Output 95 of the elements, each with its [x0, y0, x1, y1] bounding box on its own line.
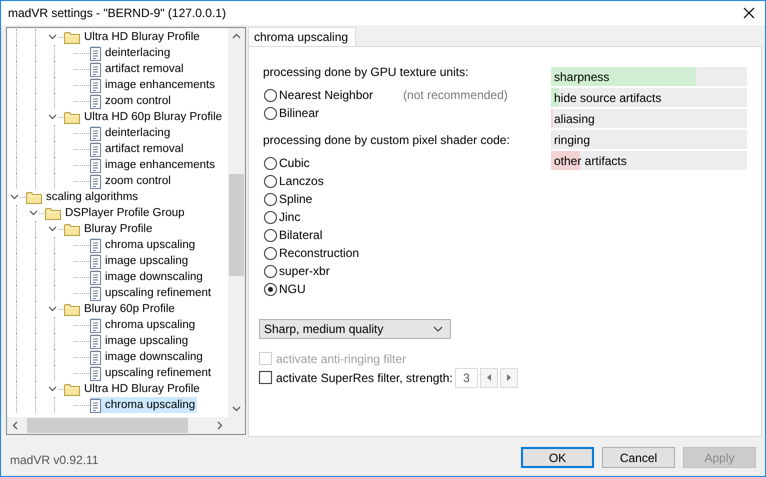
- radio-option[interactable]: Jinc: [259, 210, 300, 224]
- folder-icon: [26, 190, 42, 204]
- page-icon: [90, 78, 101, 92]
- tree-item[interactable]: deinterlacing: [90, 45, 172, 61]
- decrement-button[interactable]: [480, 368, 498, 388]
- page-icon: [90, 398, 101, 412]
- radio-option[interactable]: Cubic: [259, 156, 310, 170]
- radio-option[interactable]: Spline: [259, 192, 312, 206]
- folder-icon: [64, 110, 80, 124]
- radio-option[interactable]: Lanczos: [259, 174, 324, 188]
- tree-item[interactable]: image enhancements: [90, 77, 217, 93]
- increment-button[interactable]: [500, 368, 518, 388]
- tree-item[interactable]: upscaling refinement: [90, 365, 214, 381]
- section-heading: processing done by custom pixel shader code:: [263, 133, 511, 149]
- tree-item[interactable]: image downscaling: [90, 269, 205, 285]
- folder-icon: [64, 222, 80, 236]
- page-icon: [90, 174, 101, 188]
- page-icon: [90, 366, 101, 380]
- version-label: madVR v0.92.11: [10, 453, 98, 467]
- tree-item[interactable]: zoom control: [90, 93, 173, 109]
- scroll-up-icon[interactable]: [232, 33, 241, 39]
- tree-item[interactable]: chroma upscaling: [90, 397, 198, 413]
- left-arrow-icon: [487, 374, 491, 381]
- tree-item[interactable]: chroma upscaling: [90, 317, 198, 333]
- tree-item[interactable]: Bluray 60p Profile: [64, 301, 177, 317]
- scroll-right-icon[interactable]: [217, 421, 223, 430]
- collapse-icon[interactable]: [48, 385, 57, 393]
- tree-item[interactable]: chroma upscaling: [90, 237, 198, 253]
- tree-item[interactable]: Ultra HD Bluray Profile: [64, 29, 202, 45]
- collapse-icon[interactable]: [48, 113, 57, 121]
- dialog-button[interactable]: Cancel: [602, 447, 675, 468]
- scroll-thumb[interactable]: [27, 418, 188, 433]
- meter-label: sharpness: [553, 70, 610, 84]
- radio-option[interactable]: NGU: [259, 282, 306, 296]
- page-icon: [90, 238, 101, 252]
- collapse-icon[interactable]: [48, 33, 57, 41]
- collapse-icon[interactable]: [10, 193, 19, 201]
- page-icon: [90, 286, 101, 300]
- tree-item[interactable]: Bluray Profile: [64, 221, 154, 237]
- page-icon: [90, 318, 101, 332]
- page-icon: [90, 46, 101, 60]
- scroll-down-icon[interactable]: [232, 406, 241, 412]
- section-heading: processing done by GPU texture units:: [263, 65, 470, 81]
- meter-label: aliasing: [553, 112, 595, 126]
- tree-item[interactable]: upscaling refinement: [90, 285, 214, 301]
- right-arrow-icon: [507, 374, 511, 381]
- chevron-down-icon: [433, 326, 443, 332]
- page-icon: [90, 126, 101, 140]
- vertical-scrollbar[interactable]: [228, 28, 245, 417]
- tree-item[interactable]: DSPlayer Profile Group: [45, 205, 187, 221]
- dialog-button[interactable]: OK: [521, 447, 594, 468]
- scroll-left-icon[interactable]: [12, 421, 18, 430]
- tree-item[interactable]: artifact removal: [90, 61, 186, 77]
- radio-option[interactable]: Reconstruction: [259, 246, 360, 260]
- tree-item[interactable]: deinterlacing: [90, 125, 172, 141]
- page-icon: [90, 94, 101, 108]
- folder-icon: [64, 302, 80, 316]
- radio-option[interactable]: super-xbr: [259, 264, 330, 278]
- meter-label: hide source artifacts: [553, 90, 662, 104]
- collapse-icon[interactable]: [48, 225, 57, 233]
- meter-label: other artifacts: [553, 154, 627, 168]
- tree-item[interactable]: Ultra HD 60p Bluray Profile: [64, 109, 224, 125]
- scroll-thumb[interactable]: [229, 174, 244, 276]
- number-field[interactable]: 3: [455, 368, 478, 388]
- tree-item[interactable]: image upscaling: [90, 333, 190, 349]
- tab[interactable]: chroma upscaling: [248, 27, 356, 46]
- tree-item[interactable]: zoom control: [90, 173, 173, 189]
- hint-text: (not recommended): [403, 88, 508, 102]
- collapse-icon[interactable]: [48, 305, 57, 313]
- page-icon: [90, 270, 101, 284]
- tree-item[interactable]: artifact removal: [90, 141, 186, 157]
- meter-label: ringing: [553, 132, 590, 146]
- page-icon: [90, 158, 101, 172]
- quality-dropdown[interactable]: Sharp, medium quality: [259, 319, 451, 339]
- folder-icon: [64, 30, 80, 44]
- radio-option[interactable]: Bilinear: [259, 106, 320, 120]
- horizontal-scrollbar[interactable]: [7, 417, 228, 434]
- tree-item[interactable]: image enhancements: [90, 157, 217, 173]
- page-icon: [90, 142, 101, 156]
- tree-item[interactable]: Ultra HD Bluray Profile: [64, 381, 202, 397]
- close-icon[interactable]: [743, 7, 755, 19]
- page-icon: [90, 334, 101, 348]
- tree-item[interactable]: scaling algorithms: [26, 189, 140, 205]
- radio-option[interactable]: Nearest Neighbor: [259, 88, 374, 102]
- window-title: madVR settings - "BERND-9" (127.0.0.1): [8, 6, 226, 20]
- page-icon: [90, 254, 101, 268]
- checkbox[interactable]: activate SuperRes filter, strength:: [259, 370, 455, 384]
- tree-item[interactable]: image upscaling: [90, 253, 190, 269]
- page-icon: [90, 350, 101, 364]
- radio-option[interactable]: Bilateral: [259, 228, 322, 242]
- tree-item[interactable]: image downscaling: [90, 349, 205, 365]
- folder-icon: [45, 206, 61, 220]
- page-icon: [90, 62, 101, 76]
- folder-icon: [64, 382, 80, 396]
- collapse-icon[interactable]: [29, 209, 38, 217]
